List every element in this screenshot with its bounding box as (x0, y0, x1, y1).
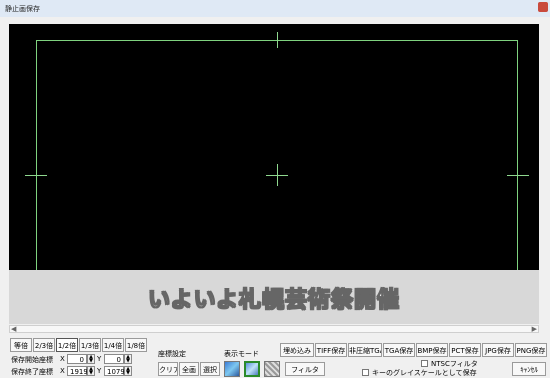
crosshair-right (507, 175, 529, 176)
color-mode-icon[interactable] (224, 361, 240, 377)
tga-save-button[interactable]: TGA保存 (383, 343, 415, 357)
bmp-save-button[interactable]: BMP保存 (416, 343, 448, 357)
end-coord-label: 保存終了座標 (11, 368, 53, 376)
preview-caption: いよいよ札幌芸術祭開催 (147, 288, 401, 314)
end-x-stepper[interactable]: ▲ ▼ (87, 366, 95, 376)
crosshair-top (277, 32, 278, 48)
start-x-label: X (60, 355, 65, 363)
checker-mode-icon[interactable] (264, 361, 280, 377)
crosshair-center-v (277, 164, 278, 186)
coord-settings-label: 座標設定 (158, 350, 186, 358)
pct-save-button[interactable]: PCT保存 (449, 343, 481, 357)
png-save-button[interactable]: PNG保存 (515, 343, 547, 357)
end-x-field[interactable]: 1919 (67, 366, 88, 376)
select-button[interactable]: 選択 (200, 362, 220, 376)
title-bar: 静止画保存 (0, 0, 550, 17)
grayscale-key-label: キーのグレイスケールとして保存 (372, 369, 477, 377)
embed-button[interactable]: 埋め込み (280, 343, 314, 357)
end-y-field[interactable]: 1079 (104, 366, 125, 376)
ntsc-filter-checkbox[interactable] (421, 360, 428, 367)
start-x-stepper[interactable]: ▲ ▼ (87, 354, 95, 364)
zoom-1-3-button[interactable]: 1/3倍 (79, 338, 101, 352)
full-screen-button[interactable]: 全画 (179, 362, 199, 376)
zoom-1x-button[interactable]: 等倍 (10, 338, 32, 352)
zoom-2-3-button[interactable]: 2/3倍 (33, 338, 55, 352)
start-y-field[interactable]: 0 (104, 354, 124, 364)
start-y-stepper[interactable]: ▲ ▼ (124, 354, 132, 364)
zoom-1-2-button[interactable]: 1/2倍 (56, 338, 78, 352)
end-y-stepper[interactable]: ▲ ▼ (124, 366, 132, 376)
cancel-button[interactable]: ｷｬﾝｾﾙ (512, 362, 546, 376)
display-mode-label: 表示モード (224, 350, 259, 358)
start-x-field[interactable]: 0 (67, 354, 87, 364)
end-x-label: X (60, 367, 65, 375)
uncompressed-tga-button[interactable]: 非圧縮TGA (348, 343, 382, 357)
scroll-right-icon[interactable]: ▶ (532, 325, 537, 333)
crosshair-left (25, 175, 47, 176)
zoom-1-4-button[interactable]: 1/4倍 (102, 338, 124, 352)
window-title: 静止画保存 (5, 5, 40, 13)
safe-area-guide (36, 40, 518, 286)
clear-button[interactable]: クリア (158, 362, 178, 376)
end-y-label: Y (97, 367, 102, 375)
start-y-label: Y (97, 355, 102, 363)
filter-button[interactable]: フィルタ (285, 362, 325, 376)
jpg-save-button[interactable]: JPG保存 (482, 343, 514, 357)
image-preview[interactable]: いよいよ札幌芸術祭開催 (9, 24, 539, 324)
horizontal-scrollbar[interactable]: ◀ ▶ (9, 325, 539, 333)
overlay-mode-icon[interactable] (244, 361, 260, 377)
tiff-save-button[interactable]: TIFF保存 (315, 343, 347, 357)
start-coord-label: 保存開始座標 (11, 356, 53, 364)
close-icon[interactable] (538, 2, 548, 12)
grayscale-key-checkbox[interactable] (362, 369, 369, 376)
zoom-1-8-button[interactable]: 1/8倍 (125, 338, 147, 352)
scroll-left-icon[interactable]: ◀ (11, 325, 16, 333)
